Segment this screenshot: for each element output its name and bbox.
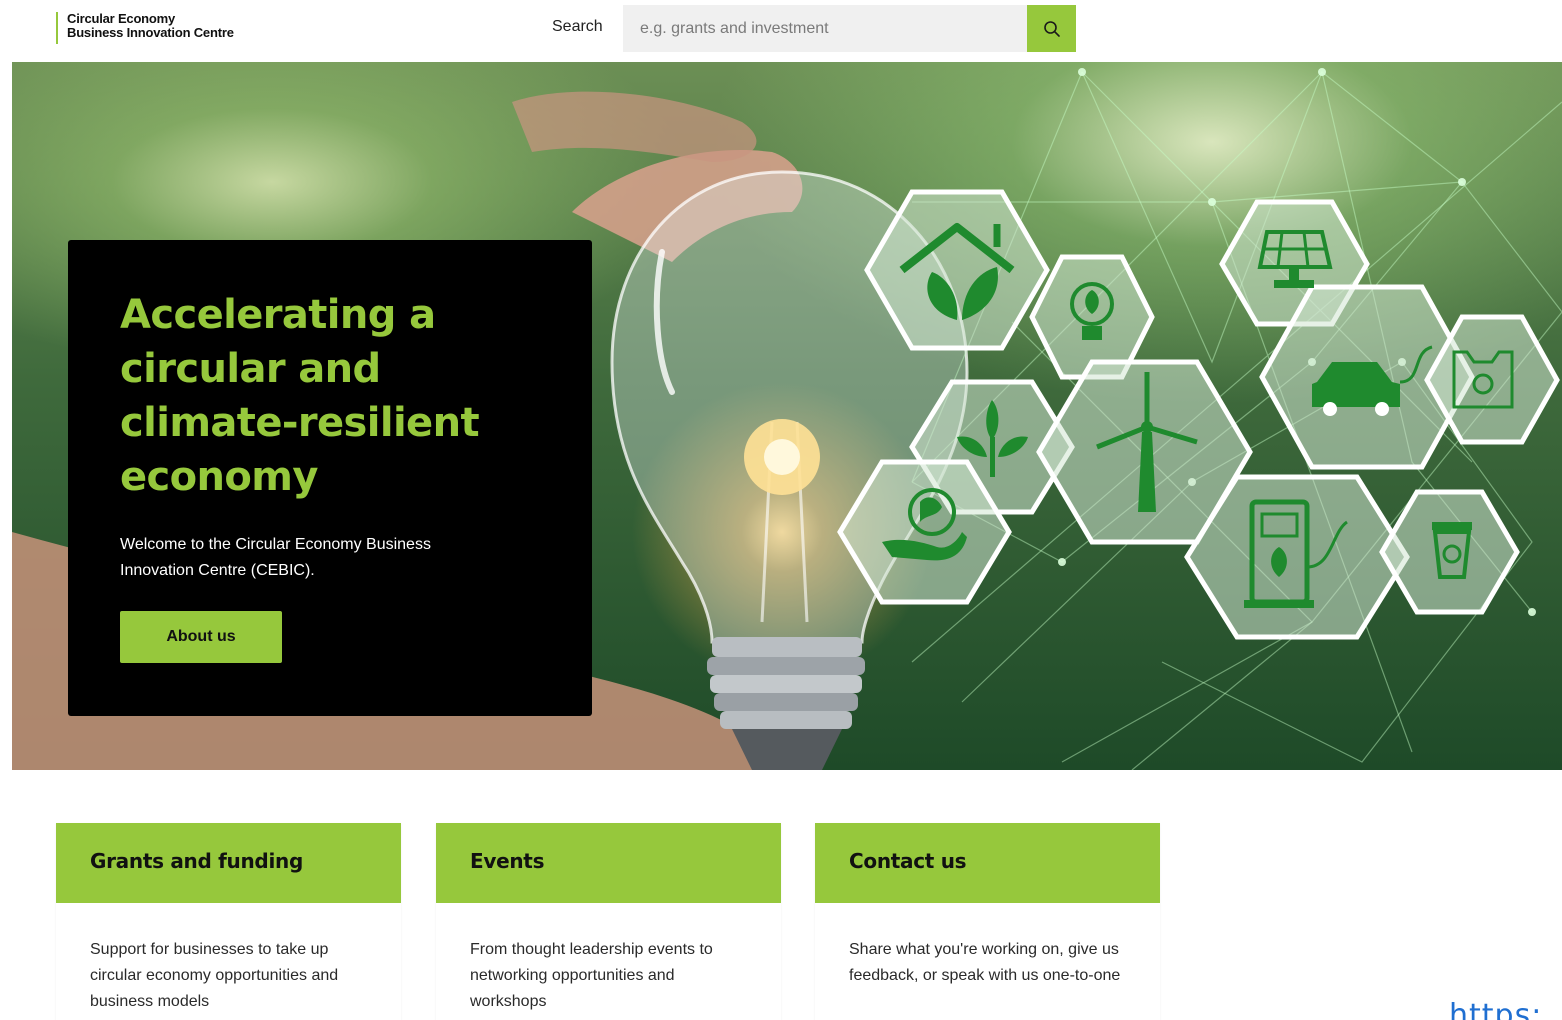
card-header: Events bbox=[436, 823, 781, 903]
search-label: Search bbox=[552, 18, 603, 35]
site-logo[interactable]: Circular Economy Business Innovation Cen… bbox=[56, 12, 234, 44]
card-title[interactable]: Events bbox=[470, 849, 747, 873]
logo-line-2: Business Innovation Centre bbox=[67, 25, 234, 40]
card-title[interactable]: Grants and funding bbox=[90, 849, 367, 873]
card-description: From thought leadership events to networ… bbox=[470, 941, 713, 1010]
url-overlay-text: https: bbox=[1449, 998, 1543, 1020]
card-grants[interactable]: Grants and funding Support for businesse… bbox=[56, 823, 401, 1020]
hero-banner: Accelerating a circular and climate-resi… bbox=[12, 62, 1562, 770]
card-description: Support for businesses to take up circul… bbox=[90, 941, 339, 1010]
logo-line-1: Circular Economy bbox=[67, 11, 176, 26]
card-header: Grants and funding bbox=[56, 823, 401, 903]
search-icon bbox=[1043, 20, 1060, 37]
card-title[interactable]: Contact us bbox=[849, 849, 1126, 873]
hero-intro: Welcome to the Circular Economy Business… bbox=[120, 536, 431, 579]
card-description: Share what you're working on, give us fe… bbox=[849, 941, 1121, 984]
card-events[interactable]: Events From thought leadership events to… bbox=[436, 823, 781, 1020]
about-us-button[interactable]: About us bbox=[120, 611, 282, 663]
site-header: Circular Economy Business Innovation Cen… bbox=[0, 0, 1562, 60]
hero-title: Accelerating a circular and climate-resi… bbox=[120, 292, 480, 500]
card-header: Contact us bbox=[815, 823, 1160, 903]
hero-card: Accelerating a circular and climate-resi… bbox=[68, 240, 592, 716]
card-contact[interactable]: Contact us Share what you're working on,… bbox=[815, 823, 1160, 1020]
search-input[interactable] bbox=[623, 5, 1027, 52]
search-button[interactable] bbox=[1027, 5, 1076, 52]
